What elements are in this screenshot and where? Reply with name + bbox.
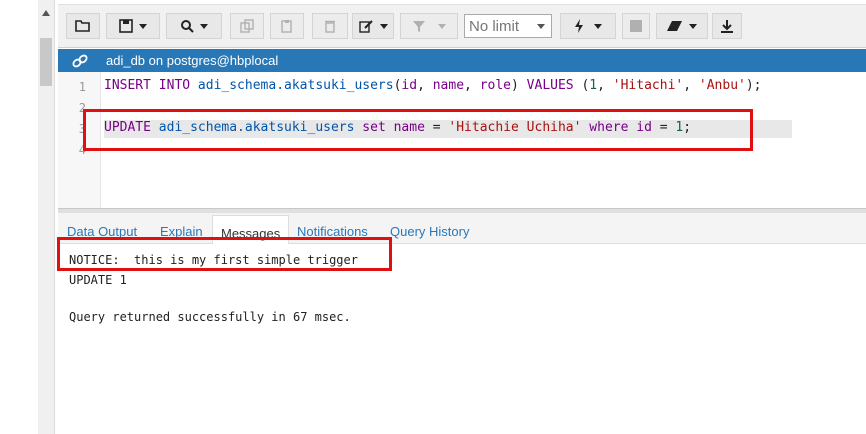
save-icon: [119, 19, 133, 33]
left-scrollbar[interactable]: [38, 0, 55, 434]
download-button[interactable]: [712, 13, 742, 39]
paste-button[interactable]: [270, 13, 304, 39]
query-success-message: Query returned successfully in 67 msec.: [69, 310, 351, 324]
keyword: VALUES: [526, 78, 574, 93]
clear-button[interactable]: [656, 13, 708, 39]
scrollbar-thumb[interactable]: [40, 38, 52, 86]
identifier: akatsuki_users: [284, 78, 394, 93]
tab-query-history[interactable]: Query History: [390, 224, 469, 244]
chevron-down-icon: [438, 23, 446, 29]
code-line-1: INSERT INTO adi_schema.akatsuki_users ( id…: [104, 78, 762, 93]
filter-button[interactable]: [400, 13, 458, 39]
line-number: 4: [78, 143, 86, 157]
find-button[interactable]: [166, 13, 222, 39]
keyword: name: [432, 78, 465, 93]
messages-panel: NOTICE: this is my first simple trigger …: [58, 244, 866, 434]
annotation-box-notice: [57, 237, 392, 271]
link-icon[interactable]: [70, 52, 90, 69]
punctuation: );: [745, 78, 762, 93]
stop-button[interactable]: [622, 13, 650, 39]
save-button[interactable]: [106, 13, 160, 39]
open-file-button[interactable]: [66, 13, 100, 39]
eraser-icon: [667, 21, 682, 31]
edit-icon: [358, 20, 373, 33]
identifier: adi_schema.: [197, 78, 285, 93]
keyword: role: [479, 78, 512, 93]
line-number: 3: [78, 122, 86, 136]
execute-button[interactable]: [560, 13, 616, 39]
left-panel: [0, 0, 38, 434]
punctuation: ,: [464, 78, 480, 93]
paste-icon: [281, 20, 292, 33]
line-number: 2: [78, 101, 86, 115]
copy-icon: [240, 19, 254, 33]
string-literal: 'Hitachi': [612, 78, 684, 93]
chevron-down-icon: [200, 23, 208, 29]
punctuation: ,: [417, 78, 433, 93]
punctuation: ,: [597, 78, 613, 93]
connection-bar: adi_db on postgres@hbplocal: [58, 49, 866, 72]
row-limit-select[interactable]: No limit: [464, 14, 552, 38]
copy-button[interactable]: [230, 13, 264, 39]
chevron-down-icon: [594, 23, 602, 29]
punctuation: (: [573, 78, 590, 93]
download-icon: [721, 20, 733, 33]
connection-label: adi_db on postgres@hbplocal: [106, 53, 279, 68]
chevron-down-icon: [139, 23, 147, 29]
chevron-down-icon: [689, 23, 697, 29]
annotation-box-update: [83, 109, 753, 151]
update-count-message: UPDATE 1: [69, 273, 127, 287]
keyword: id: [401, 78, 418, 93]
query-toolbar: No limit: [58, 5, 866, 48]
trash-icon: [325, 20, 335, 33]
folder-open-icon: [75, 20, 90, 32]
stop-icon: [630, 20, 642, 32]
search-icon: [181, 20, 194, 33]
number-literal: 1: [589, 78, 598, 93]
delete-button[interactable]: [312, 13, 348, 39]
lightning-bolt-icon: [575, 19, 583, 33]
chevron-down-icon: [379, 23, 388, 29]
row-limit-value: No limit: [469, 17, 520, 35]
chevron-down-icon: [537, 24, 545, 29]
keyword: INSERT INTO: [104, 78, 191, 93]
punctuation: ,: [683, 78, 699, 93]
string-literal: 'Anbu': [698, 78, 746, 93]
filter-icon: [413, 21, 425, 32]
line-number: 1: [78, 80, 86, 94]
punctuation: ): [511, 78, 527, 93]
edit-button[interactable]: [352, 13, 394, 39]
scroll-up-arrow-icon[interactable]: [42, 10, 50, 16]
